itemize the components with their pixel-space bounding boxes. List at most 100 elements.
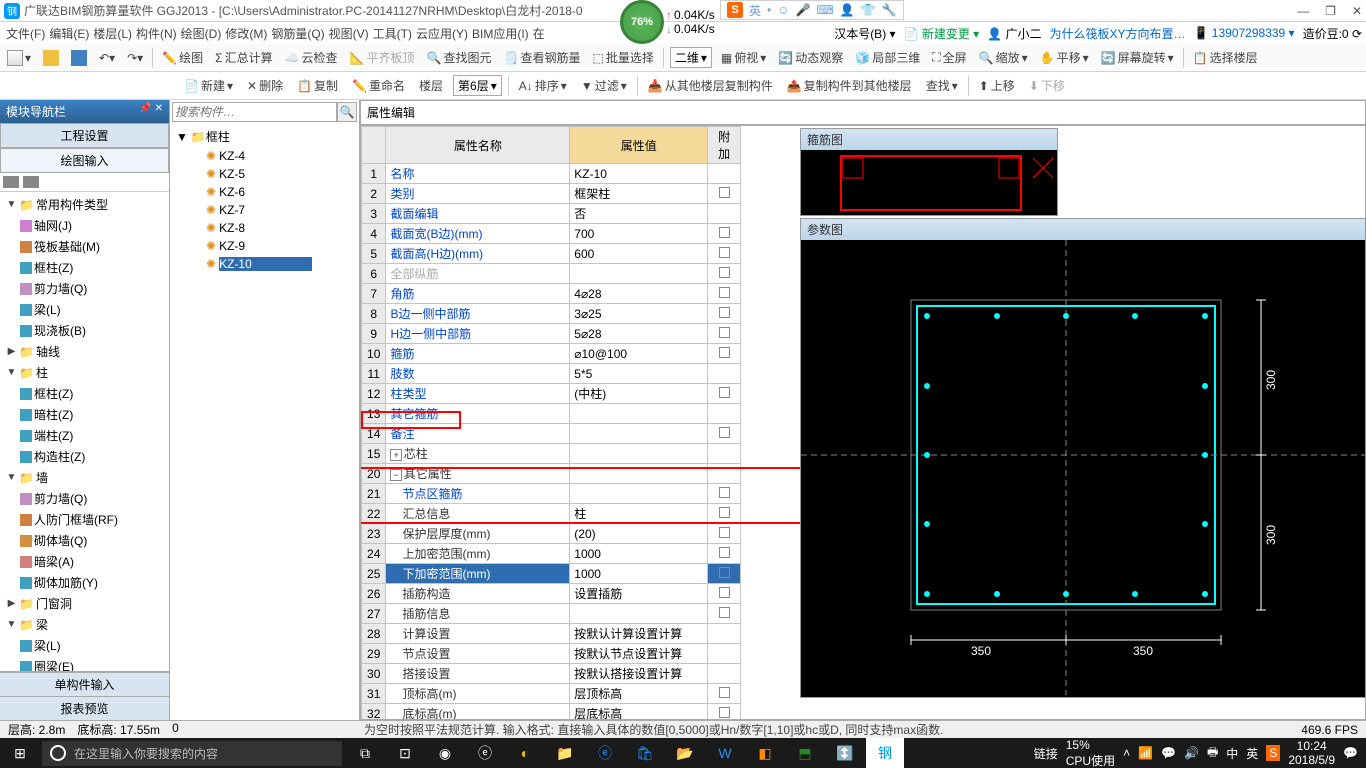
save-button[interactable] bbox=[68, 50, 90, 66]
coins[interactable]: 造价豆:0 ⟳ bbox=[1303, 25, 1362, 42]
tray-sogou[interactable]: S bbox=[1266, 745, 1280, 761]
nav-tool-2[interactable] bbox=[23, 176, 39, 188]
menu-item[interactable]: 文件(F) bbox=[4, 25, 47, 43]
app-7-icon[interactable]: ↕️ bbox=[826, 738, 864, 768]
sort-button[interactable]: A↓ 排序 ▾ bbox=[515, 77, 571, 94]
nav-tree-node[interactable]: ▼📁梁 bbox=[2, 614, 167, 635]
dynamic-view-button[interactable]: 🔄动态观察 bbox=[775, 49, 846, 66]
stirrup-diagram[interactable]: 箍筋图 bbox=[800, 128, 1058, 216]
prop-row[interactable]: 13其它箍筋 bbox=[362, 404, 741, 424]
tray-link[interactable]: 链接 bbox=[1034, 745, 1058, 762]
prop-row[interactable]: 3截面编辑否 bbox=[362, 204, 741, 224]
view-steel-button[interactable]: 🗒️查看钢筋量 bbox=[501, 49, 584, 66]
tray-volume-icon[interactable]: 🔊 bbox=[1184, 746, 1199, 760]
menu-item[interactable]: 钢筋量(Q) bbox=[269, 25, 326, 43]
paint-button[interactable]: ✏️绘图 bbox=[159, 49, 206, 66]
prop-row[interactable]: 21节点区箍筋 bbox=[362, 484, 741, 504]
nav-tree-node[interactable]: ▼📁墙 bbox=[2, 467, 167, 488]
word-icon[interactable]: W bbox=[706, 738, 744, 768]
comp-search-input[interactable] bbox=[172, 102, 337, 122]
nav-tree-node[interactable]: ▶📁轴线 bbox=[2, 341, 167, 362]
comp-item[interactable]: ✺KZ-8 bbox=[172, 219, 357, 237]
ime-floating-bar[interactable]: S 英 • ☺ 🎤 ⌨ 👤 👕 🔧 bbox=[720, 0, 904, 20]
user-menu[interactable]: 👤 广小二 bbox=[987, 25, 1041, 42]
app-8-icon[interactable]: 钢 bbox=[866, 738, 904, 768]
ime-language[interactable]: 英 bbox=[749, 2, 761, 19]
prop-row[interactable]: 27插筋信息 bbox=[362, 604, 741, 624]
floor-dropdown[interactable]: 第6层 ▾ bbox=[453, 75, 502, 96]
phone-link[interactable]: 📱 13907298339 ▾ bbox=[1194, 26, 1295, 40]
comp-rename-button[interactable]: ✏️重命名 bbox=[348, 77, 409, 94]
version-menu[interactable]: 汉本号(B) ▾ bbox=[834, 25, 895, 42]
component-tree[interactable]: ▼📁框柱✺KZ-4✺KZ-5✺KZ-6✺KZ-7✺KZ-8✺KZ-9✺KZ-10 bbox=[170, 124, 359, 720]
nav-tree-node[interactable]: ▼📁常用构件类型 bbox=[2, 194, 167, 215]
pin-icon[interactable]: 📌 ✕ bbox=[139, 103, 163, 120]
move-up-button[interactable]: ⬆ 上移 bbox=[975, 77, 1019, 94]
prop-row[interactable]: 15+芯柱 bbox=[362, 444, 741, 464]
nav-tree-node[interactable]: 梁(L) bbox=[2, 299, 167, 320]
ie-icon[interactable]: ⓔ bbox=[586, 738, 624, 768]
close-button[interactable]: ✕ bbox=[1352, 4, 1362, 18]
nav-tree-node[interactable]: 框柱(Z) bbox=[2, 383, 167, 404]
menu-item[interactable]: 修改(M) bbox=[223, 25, 269, 43]
menu-item[interactable]: 视图(V) bbox=[327, 25, 371, 43]
app-2-icon[interactable]: ◉ bbox=[426, 738, 464, 768]
nav-tree-node[interactable]: 现浇板(B) bbox=[2, 320, 167, 341]
menu-item[interactable]: 楼层(L) bbox=[91, 25, 134, 43]
report-preview-tab[interactable]: 报表预览 bbox=[0, 696, 169, 720]
comp-item[interactable]: ✺KZ-6 bbox=[172, 183, 357, 201]
screen-rotate-button[interactable]: 🔄屏幕旋转 ▾ bbox=[1098, 49, 1177, 66]
prop-row[interactable]: 8B边一侧中部筋3⌀25 bbox=[362, 304, 741, 324]
menu-item[interactable]: 构件(N) bbox=[134, 25, 179, 43]
prop-row[interactable]: 29节点设置按默认节点设置计算 bbox=[362, 644, 741, 664]
nav-tree-node[interactable]: 筏板基础(M) bbox=[2, 236, 167, 257]
app-5-icon[interactable]: ◧ bbox=[746, 738, 784, 768]
menu-item[interactable]: 在 bbox=[531, 25, 547, 43]
view-2d-dropdown[interactable]: 二维 ▾ bbox=[670, 47, 712, 68]
nav-tree-node[interactable]: 砌体加筋(Y) bbox=[2, 572, 167, 593]
tray-clock[interactable]: 10:24 2018/5/9 bbox=[1288, 739, 1335, 767]
tray-action-icon[interactable]: 💬 bbox=[1161, 746, 1176, 760]
prop-row[interactable]: 20−其它属性 bbox=[362, 464, 741, 484]
pan-button[interactable]: ✋平移 ▾ bbox=[1037, 49, 1092, 66]
cpu-meter-overlay[interactable]: 76% ↑0.04K/s ↓0.04K/s bbox=[620, 0, 715, 44]
tray-ime2[interactable]: 英 bbox=[1246, 745, 1258, 762]
app-4-icon[interactable]: 📂 bbox=[666, 738, 704, 768]
prop-row[interactable]: 30搭接设置按默认搭接设置计算 bbox=[362, 664, 741, 684]
move-down-button[interactable]: ⬇ 下移 bbox=[1025, 77, 1069, 94]
prop-row[interactable]: 4截面宽(B边)(mm)700 bbox=[362, 224, 741, 244]
menu-item[interactable]: 编辑(E) bbox=[47, 25, 91, 43]
nav-tree-node[interactable]: 剪力墙(Q) bbox=[2, 488, 167, 509]
prop-row[interactable]: 7角筋4⌀28 bbox=[362, 284, 741, 304]
comp-item[interactable]: ✺KZ-5 bbox=[172, 165, 357, 183]
nav-tree-node[interactable]: 轴网(J) bbox=[2, 215, 167, 236]
undo-button[interactable]: ↶▾ bbox=[96, 51, 118, 65]
nav-tree-node[interactable]: 砌体墙(Q) bbox=[2, 530, 167, 551]
store-icon[interactable]: 🛍 bbox=[626, 738, 664, 768]
comp-item[interactable]: ✺KZ-7 bbox=[172, 201, 357, 219]
prop-row[interactable]: 1名称KZ-10 bbox=[362, 164, 741, 184]
tray-printer-icon[interactable]: 🖶 bbox=[1207, 743, 1218, 764]
comp-item[interactable]: ✺KZ-10 bbox=[172, 255, 357, 273]
find-element-button[interactable]: 🔍查找图元 bbox=[424, 49, 495, 66]
search-button[interactable]: 查找 ▾ bbox=[922, 77, 962, 94]
nav-tool-1[interactable] bbox=[3, 176, 19, 188]
tray-up-icon[interactable]: ˄ bbox=[1123, 746, 1130, 760]
prop-row[interactable]: 6全部纵筋 bbox=[362, 264, 741, 284]
comp-new-button[interactable]: 📄新建 ▾ bbox=[180, 77, 237, 94]
nav-tree-node[interactable]: 暗梁(A) bbox=[2, 551, 167, 572]
tray-ime1[interactable]: 中 bbox=[1226, 745, 1238, 762]
local-3d-button[interactable]: 🧊局部三维 bbox=[852, 49, 923, 66]
app-1-icon[interactable]: ⊡ bbox=[386, 738, 424, 768]
nav-tree-node[interactable]: 端柱(Z) bbox=[2, 425, 167, 446]
prop-row[interactable]: 5截面高(H边)(mm)600 bbox=[362, 244, 741, 264]
tip-link[interactable]: 为什么筏板XY方向布置… bbox=[1050, 25, 1186, 42]
nav-tree-node[interactable]: ▼📁柱 bbox=[2, 362, 167, 383]
comp-item[interactable]: ✺KZ-9 bbox=[172, 237, 357, 255]
comp-root[interactable]: ▼📁框柱 bbox=[172, 126, 357, 147]
prop-row[interactable]: 9H边一侧中部筋5⌀28 bbox=[362, 324, 741, 344]
maximize-button[interactable]: ❐ bbox=[1325, 4, 1336, 18]
zoom-button[interactable]: 🔍缩放 ▾ bbox=[976, 49, 1031, 66]
from-other-floor-button[interactable]: 📥从其他楼层复制构件 bbox=[644, 77, 777, 94]
prop-row[interactable]: 23保护层厚度(mm)(20) bbox=[362, 524, 741, 544]
